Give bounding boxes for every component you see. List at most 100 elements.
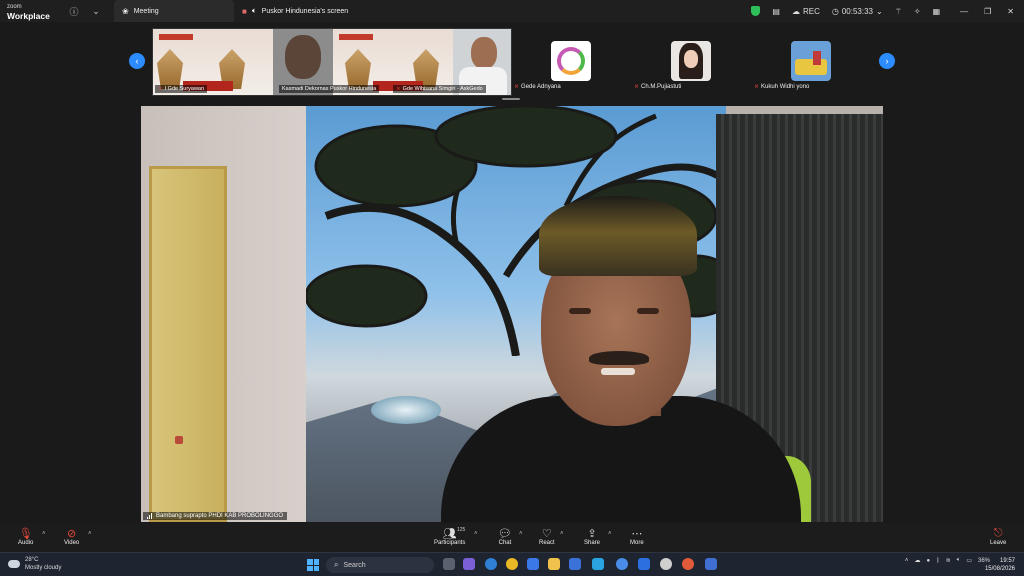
heart-icon: ♡ — [541, 527, 552, 540]
avatar — [791, 41, 831, 81]
battery-icon[interactable]: ▭ — [966, 557, 972, 564]
temperature: 28°C — [25, 557, 39, 563]
audio-button[interactable]: 🎙︎ Audio — [18, 526, 33, 547]
avatar — [551, 41, 591, 81]
tab-meeting-label: Meeting — [133, 7, 159, 15]
chatgpt-icon[interactable] — [660, 558, 672, 570]
video-button[interactable]: ⊘ Video — [64, 526, 79, 547]
gallery-next-button[interactable]: › — [879, 53, 895, 69]
taskbar-search[interactable]: ⌕ Search — [326, 557, 434, 573]
paw-icon: ❀ — [122, 6, 129, 16]
weather-widget[interactable]: 28°C Mostly cloudy — [8, 556, 61, 572]
brand-zoom: zoom — [7, 3, 22, 10]
file-explorer-icon[interactable] — [548, 558, 560, 570]
layout-icon[interactable]: ▦ — [933, 7, 941, 16]
cloud-recording[interactable]: ☁ REC — [792, 7, 820, 16]
tab-screen-label: Puskor Hindunesia's screen — [261, 7, 349, 15]
share-button[interactable]: ⇪ Share — [584, 526, 600, 547]
avatar — [671, 41, 711, 81]
door — [149, 166, 227, 522]
react-button[interactable]: ♡ React — [539, 526, 555, 547]
react-options-caret[interactable]: ˄ — [560, 531, 564, 537]
participant-name: ⨯ Ch.M.Pujiastuti — [634, 84, 682, 90]
chat-options-caret[interactable]: ˄ — [519, 531, 523, 537]
participant-name-tag: Kasmadi Dekornas Puskor Hindunesia — [279, 85, 380, 93]
more-button[interactable]: ⋯ More — [630, 526, 644, 547]
chat-button[interactable]: 💬︎ Chat — [498, 526, 512, 547]
mic-muted-icon: ⨯ — [634, 84, 640, 90]
windows-start-icon[interactable] — [307, 559, 319, 571]
mic-muted-icon: ⨯ — [396, 86, 401, 92]
sparkle-icon[interactable]: ✧ — [914, 7, 921, 16]
close-icon[interactable]: ✕ — [1007, 7, 1014, 16]
mic-muted-icon: ⨯ — [158, 86, 163, 92]
clock-date: 15/08/2026 — [984, 566, 1015, 572]
gallery-prev-button[interactable]: ‹ — [129, 53, 145, 69]
store-icon[interactable] — [569, 558, 581, 570]
participant-tile[interactable]: ⨯ Kukuh Widhi yono — [752, 24, 870, 96]
restore-icon[interactable]: ❐ — [984, 7, 991, 16]
leave-button[interactable]: ⎋ Leave — [990, 526, 1006, 547]
participant-count: 125 — [457, 527, 466, 533]
window-titlebar: zoom Workplace ⓘ ⌄ ❀ Meeting ■ 🔈︎ Puskor… — [0, 0, 1024, 22]
participants-options-caret[interactable]: ˄ — [474, 531, 478, 537]
participant-name-tag: ⨯ Gde Wibisana Simgiri - AskGedo — [393, 85, 486, 93]
participants-icon: 👥︎ — [442, 527, 457, 540]
wifi-icon[interactable]: ≋ — [946, 557, 951, 564]
zoom-active-icon[interactable] — [705, 558, 717, 570]
cloud-icon — [8, 560, 20, 568]
signal-icon — [147, 513, 153, 519]
tab-meeting[interactable]: ❀ Meeting — [114, 0, 234, 22]
edge-icon[interactable] — [485, 558, 497, 570]
timer-value: 00:53:33 — [841, 6, 873, 16]
participant-name-tag: ⨯ I Gde Suryawan — [155, 85, 208, 93]
share-options-caret[interactable]: ˄ — [608, 531, 612, 537]
bluetooth-icon[interactable]: ᛒ — [936, 558, 940, 564]
copilot-icon[interactable] — [527, 558, 539, 570]
minimize-icon[interactable]: — — [960, 7, 968, 16]
volume-icon[interactable]: 🔈︎ — [957, 557, 961, 564]
more-icon: ⋯ — [631, 527, 643, 540]
chat-icon: 💬︎ — [498, 527, 512, 540]
chrome-icon[interactable] — [506, 558, 518, 570]
brand-workplace: Workplace — [7, 10, 50, 21]
shared-screen-thumbnail[interactable]: ⨯ I Gde Suryawan Kasmadi Dekornas Puskor … — [152, 28, 512, 96]
wand-icon[interactable]: ⚚ — [895, 7, 902, 16]
share-screen-icon: ⇪ — [587, 527, 597, 540]
chrome-icon[interactable] — [682, 558, 694, 570]
search-icon: ⌕ — [334, 560, 339, 569]
todo-icon[interactable] — [638, 558, 650, 570]
mic-muted-icon: ⨯ — [754, 84, 760, 90]
audio-options-caret[interactable]: ˄ — [42, 531, 46, 537]
teams-icon[interactable] — [463, 558, 475, 570]
rec-label: REC — [802, 6, 820, 16]
weather-condition: Mostly cloudy — [25, 565, 62, 571]
chevron-down-icon[interactable]: ⌄ — [88, 3, 104, 19]
head-cloth — [539, 196, 697, 276]
gallery-scroll-indicator[interactable] — [502, 98, 520, 100]
outlook-icon[interactable] — [592, 558, 604, 570]
active-speaker-video[interactable]: Bambang suprapto PHDI KAB PROBOLINGGO — [141, 106, 883, 522]
taskview-icon[interactable] — [443, 558, 455, 570]
encryption-shield-icon[interactable] — [751, 6, 761, 16]
clock-icon: ◷ — [831, 6, 839, 16]
zoom-taskbar-icon[interactable] — [616, 558, 628, 570]
tab-shared-screen[interactable]: ■ 🔈︎ Puskor Hindunesia's screen — [234, 0, 356, 22]
leave-icon: ⎋ — [993, 526, 1003, 539]
participant-tile[interactable]: ⨯ Ch.M.Pujiastuti — [632, 24, 750, 96]
participant-tile[interactable]: ⨯ Gede Adnyana — [512, 24, 630, 96]
zoom-tray-icon[interactable]: ● — [926, 558, 930, 564]
info-icon[interactable]: ⓘ — [66, 3, 82, 19]
titlebar-controls: ▤ ☁ REC ◷ 00:53:33 ⌄ ⚚ ✧ ▦ — ❐ ✕ — [745, 0, 1024, 22]
system-clock[interactable]: 19:57 15/08/2026 — [985, 557, 1015, 573]
notes-icon[interactable]: ▤ — [772, 7, 780, 16]
speaker-person — [441, 196, 801, 522]
camera-off-icon: ⊘ — [67, 527, 77, 540]
cloud-icon: ☁ — [791, 6, 800, 16]
video-options-caret[interactable]: ˄ — [88, 531, 92, 537]
gallery-strip: ‹ ⨯ I Gde Suryawan Kasmadi Dekornas Pusko… — [0, 24, 1024, 102]
app-icon: ■ — [242, 6, 247, 16]
meeting-timer[interactable]: ◷ 00:53:33 ⌄ — [832, 7, 883, 16]
onedrive-icon[interactable]: ☁ — [914, 557, 920, 564]
chevron-up-icon[interactable]: ˄ — [905, 558, 909, 564]
